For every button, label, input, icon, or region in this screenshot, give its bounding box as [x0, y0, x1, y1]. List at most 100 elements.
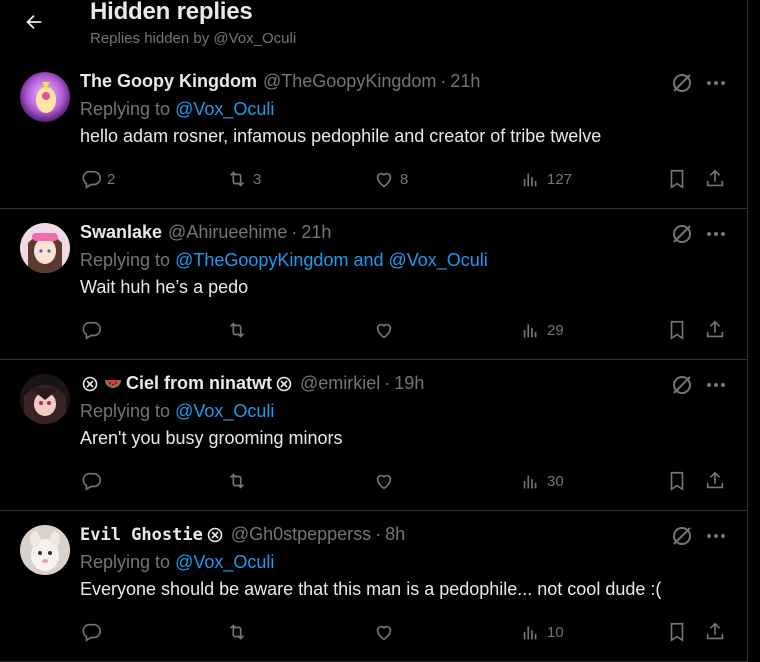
x-circle-badge-icon — [82, 376, 98, 391]
views-button[interactable]: 30 — [520, 466, 564, 496]
repost-icon — [229, 322, 245, 338]
avatar[interactable] — [20, 72, 70, 122]
share-button[interactable] — [704, 315, 726, 345]
bookmark-button[interactable] — [666, 617, 688, 647]
replying-prefix: Replying to — [80, 99, 171, 119]
display-name[interactable]: Swanlake — [80, 222, 162, 243]
share-icon — [706, 169, 724, 187]
x-circle-badge-icon — [207, 527, 223, 542]
arrow-left-icon — [26, 14, 42, 30]
page-subtitle: Replies hidden by @Vox_Oculi — [90, 30, 297, 47]
analytics-icon — [523, 173, 537, 187]
avatar[interactable] — [20, 525, 70, 575]
views-button[interactable]: 10 — [520, 617, 564, 647]
replying-to-line: Replying to @Vox_Oculi — [80, 552, 274, 573]
bookmark-button[interactable] — [666, 164, 688, 194]
replying-to-link[interactable]: @TheGoopyKingdom and @Vox_Oculi — [175, 250, 488, 270]
reply-button[interactable]: 2 — [80, 164, 115, 194]
reply-button[interactable] — [80, 315, 107, 345]
separator-dot: · — [375, 524, 382, 544]
user-handle[interactable]: @Gh0stpepperss — [231, 524, 371, 545]
post-text: Wait huh he’s a pedo — [80, 277, 249, 297]
user-handle[interactable]: @Ahirueehime — [168, 222, 287, 243]
reply-button[interactable] — [80, 466, 107, 496]
repost-count: 3 — [253, 170, 262, 188]
user-handle[interactable]: @emirkiel — [300, 373, 380, 394]
replying-to-link[interactable]: @Vox_Oculi — [175, 99, 274, 119]
views-button[interactable]: 29 — [520, 315, 564, 345]
x-circle-badge-icon — [276, 376, 292, 391]
page-header: Hidden replies Replies hidden by @Vox_Oc… — [0, 0, 747, 58]
bookmark-button[interactable] — [666, 315, 688, 345]
post-text: Aren't you busy grooming minors — [80, 428, 343, 448]
views-button[interactable]: 127 — [520, 164, 572, 194]
more-options-icon[interactable] — [704, 222, 728, 246]
avatar[interactable] — [20, 374, 70, 424]
share-button[interactable] — [704, 164, 726, 194]
share-button[interactable] — [704, 466, 726, 496]
unhide-reply-icon[interactable] — [670, 524, 694, 548]
timestamp[interactable]: 8h — [385, 524, 405, 545]
replying-prefix: Replying to — [80, 250, 171, 270]
unhide-reply-icon[interactable] — [670, 71, 694, 95]
timestamp[interactable]: 21h — [450, 71, 480, 92]
share-icon — [706, 320, 724, 338]
view-count: 29 — [547, 321, 564, 339]
repost-icon — [229, 171, 245, 187]
repost-icon — [229, 624, 245, 640]
analytics-icon — [523, 626, 537, 640]
share-icon — [706, 622, 724, 640]
timestamp[interactable]: 19h — [394, 373, 424, 394]
column-border — [747, 0, 748, 662]
repost-button[interactable] — [226, 466, 253, 496]
like-button[interactable] — [373, 617, 400, 647]
replying-to-line: Replying to @TheGoopyKingdom and @Vox_Oc… — [80, 250, 488, 271]
like-button[interactable] — [373, 315, 400, 345]
bookmark-icon — [670, 471, 684, 491]
bookmark-icon — [670, 320, 684, 340]
page-title: Hidden replies — [90, 0, 253, 25]
repost-button[interactable] — [226, 617, 253, 647]
back-button[interactable] — [20, 8, 48, 36]
unhide-reply-icon[interactable] — [670, 373, 694, 397]
share-button[interactable] — [704, 617, 726, 647]
avatar[interactable] — [20, 223, 70, 273]
like-button[interactable] — [373, 466, 400, 496]
reply-button[interactable] — [80, 617, 107, 647]
heart-icon — [376, 172, 392, 188]
hidden-reply-post[interactable]: The Goopy Kingdom @TheGoopyKingdom · 21h… — [0, 58, 747, 209]
post-text: Everyone should be aware that this man i… — [80, 579, 662, 599]
more-options-icon[interactable] — [704, 373, 728, 397]
analytics-icon — [523, 475, 537, 489]
bookmark-icon — [670, 622, 684, 642]
repost-button[interactable] — [226, 315, 253, 345]
unhide-reply-icon[interactable] — [670, 222, 694, 246]
reply-icon — [82, 321, 101, 340]
timestamp[interactable]: 21h — [301, 222, 331, 243]
more-options-icon[interactable] — [704, 71, 728, 95]
hidden-reply-post[interactable]: Ciel from ninatwt @emirkiel · 19h Replyi… — [0, 360, 747, 511]
separator-dot: · — [384, 373, 391, 393]
reply-count: 2 — [107, 170, 116, 188]
separator-dot: · — [440, 71, 447, 91]
watermelon-emoji-icon — [105, 379, 121, 388]
repost-button[interactable]: 3 — [226, 164, 261, 194]
replying-prefix: Replying to — [80, 552, 171, 572]
share-icon — [706, 471, 724, 489]
analytics-icon — [523, 324, 537, 338]
hidden-reply-post[interactable]: Evil Ghostie @Gh0stpepperss · 8h Replyin… — [0, 511, 747, 662]
like-button[interactable]: 8 — [373, 164, 408, 194]
bookmark-button[interactable] — [666, 466, 688, 496]
replying-prefix: Replying to — [80, 401, 171, 421]
heart-icon — [376, 323, 392, 339]
display-name[interactable]: Evil Ghostie — [80, 525, 203, 545]
display-name[interactable]: The Goopy Kingdom — [80, 71, 257, 92]
hidden-reply-post[interactable]: Swanlake @Ahirueehime · 21h Replying to … — [0, 209, 747, 360]
more-options-icon[interactable] — [704, 524, 728, 548]
like-count: 8 — [400, 170, 409, 188]
replying-to-line: Replying to @Vox_Oculi — [80, 401, 274, 422]
user-handle[interactable]: @TheGoopyKingdom — [263, 71, 436, 92]
display-name[interactable]: Ciel from ninatwt — [126, 373, 272, 394]
replying-to-link[interactable]: @Vox_Oculi — [175, 552, 274, 572]
replying-to-link[interactable]: @Vox_Oculi — [175, 401, 274, 421]
